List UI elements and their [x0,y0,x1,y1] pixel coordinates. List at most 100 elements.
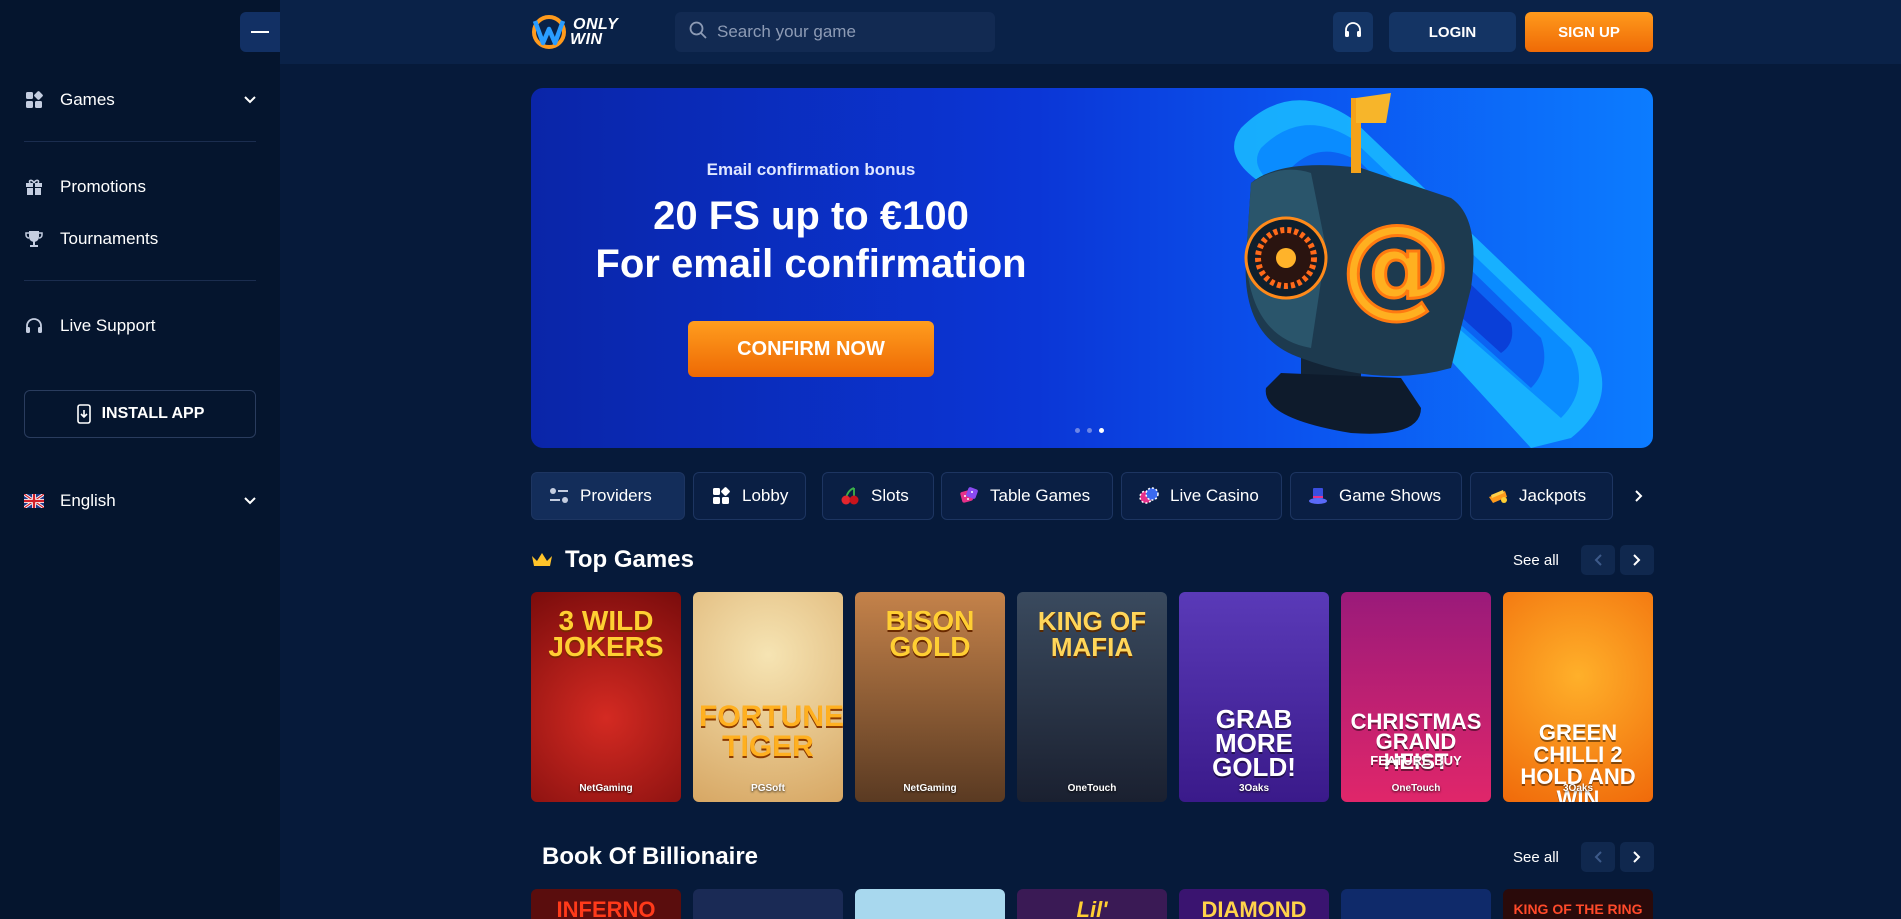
chevron-down-icon [244,93,256,107]
minus-icon [251,31,269,33]
headset-icon [1344,21,1362,44]
phone-download-icon [76,404,92,424]
game-provider: NetGaming [579,783,633,794]
tab-game-shows[interactable]: Game Shows [1290,472,1462,520]
game-card[interactable]: BISON GOLD NetGaming [855,592,1005,802]
tab-label: Slots [871,486,909,505]
search-input[interactable] [717,22,977,42]
game-card[interactable]: DIAMOND [1179,889,1329,919]
category-tabs: Providers Lobby Slots Table Games Live C… [531,472,1653,520]
search-icon [689,21,707,44]
chips-icon [1138,485,1160,507]
game-logo: KING OF MAFIA [1037,606,1147,662]
top-games-row: 3 WILD JOKERS NetGaming FORTUNE TIGER PG… [531,592,1653,802]
tab-slots[interactable]: Slots [822,472,934,520]
game-card[interactable]: INFERNO [531,889,681,919]
game-card[interactable]: GRAB MORE GOLD! 3Oaks [1179,592,1329,802]
game-card[interactable] [855,889,1005,919]
logo-wordmark: ONLY WIN [570,16,619,48]
tab-table-games[interactable]: Table Games [941,472,1113,520]
section-title: Book Of Billionaire [542,843,759,870]
tab-label: Table Games [990,486,1091,505]
tab-label: Jackpots [1519,486,1587,505]
game-card[interactable]: Lil' [1017,889,1167,919]
game-provider: 3Oaks [1238,783,1270,794]
tab-lobby[interactable]: Lobby [693,472,806,520]
book-games-row: INFERNO Lil' DIAMOND KING OF THE RING [531,889,1653,919]
sidebar-item-live-support[interactable]: Live Support [24,306,256,346]
game-card[interactable]: KING OF MAFIA OneTouch [1017,592,1167,802]
search-bar[interactable] [675,12,995,52]
carousel-prev-button[interactable] [1581,545,1615,575]
sidebar-collapse-button[interactable] [240,12,280,52]
tab-live-casino[interactable]: Live Casino [1121,472,1282,520]
install-app-label: INSTALL APP [101,405,205,422]
tab-label: Lobby [742,486,789,505]
language-selector[interactable]: English [24,481,256,521]
banner-title: 20 FS up to €100 For email confirmation [595,194,1027,286]
sidebar-item-label: Promotions [60,177,146,196]
carousel-prev-button[interactable] [1581,842,1615,872]
sidebar-item-label: Tournaments [60,229,159,248]
carousel-next-button[interactable] [1620,545,1654,575]
section-title: Top Games [565,546,694,573]
game-card[interactable]: CHRISTMAS GRAND HEIST FEATURE BUY OneTou… [1341,592,1491,802]
game-logo: DIAMOND [1201,897,1307,919]
signup-button[interactable]: SIGN UP [1525,12,1653,52]
carousel-dot[interactable] [1075,428,1080,433]
carousel-dot-active[interactable] [1099,428,1104,433]
game-card[interactable]: FORTUNE TIGER PGSoft [693,592,843,802]
game-provider: 3Oaks [1562,783,1594,794]
sidebar-item-promotions[interactable]: Promotions [24,167,256,207]
uk-flag-icon [24,491,44,511]
svg-text:@: @ [1341,201,1451,329]
game-card[interactable] [693,889,843,919]
jackpot-icon [1487,485,1509,507]
support-button[interactable] [1333,12,1373,52]
game-logo: Lil' [1076,897,1108,919]
game-provider: OneTouch [1067,783,1117,794]
login-button[interactable]: LOGIN [1389,12,1516,52]
games-grid-icon [24,90,44,110]
language-label: English [60,491,116,510]
promo-banner[interactable]: @ Email confirmation bonus 20 FS up to €… [531,88,1653,448]
banner-subtitle: Email confirmation bonus [706,160,916,179]
see-all-link[interactable]: See all [1513,849,1559,866]
top-hat-icon [1307,485,1329,507]
game-provider: PGSoft [751,783,785,794]
confirm-now-button[interactable]: CONFIRM NOW [688,321,934,377]
see-all-link[interactable]: See all [1513,552,1559,569]
tab-jackpots[interactable]: Jackpots [1470,472,1613,520]
sidebar: Games Promotions Tournaments Live Suppor… [0,0,280,919]
sidebar-item-tournaments[interactable]: Tournaments [24,219,256,259]
tab-providers[interactable]: Providers [531,472,685,520]
game-logo: INFERNO [556,897,656,919]
top-header [240,0,1901,64]
sidebar-item-label: Games [60,90,115,109]
sidebar-divider [24,141,256,142]
game-logo: GRAB MORE GOLD! [1212,704,1296,782]
game-logo: BISON GOLD [885,605,975,662]
install-app-button[interactable]: INSTALL APP [24,390,256,438]
game-card[interactable]: KING OF THE RING [1503,889,1653,919]
game-card[interactable]: GREEN CHILLI 2 HOLD AND WIN 3Oaks [1503,592,1653,802]
chevron-right-icon[interactable] [1627,484,1651,508]
sidebar-divider [24,280,256,281]
mailbox-illustration: @ [1234,93,1603,448]
game-card[interactable] [1341,889,1491,919]
site-logo[interactable]: ONLY WIN [531,12,618,52]
game-logo: FORTUNE TIGER [699,700,843,763]
carousel-next-button[interactable] [1620,842,1654,872]
gift-icon [24,177,44,197]
logo-mark-icon [532,15,566,49]
game-tag: FEATURE BUY [1370,753,1462,768]
sidebar-item-label: Live Support [60,316,156,335]
providers-icon [548,485,570,507]
carousel-dot[interactable] [1087,428,1092,433]
chevron-down-icon [244,494,256,508]
headset-icon [24,316,44,336]
book-of-billionaire-header: Book Of Billionaire See all [531,840,1654,874]
game-card[interactable]: 3 WILD JOKERS NetGaming [531,592,681,802]
top-games-header: Top Games See all [531,543,1654,577]
sidebar-item-games[interactable]: Games [24,80,256,120]
